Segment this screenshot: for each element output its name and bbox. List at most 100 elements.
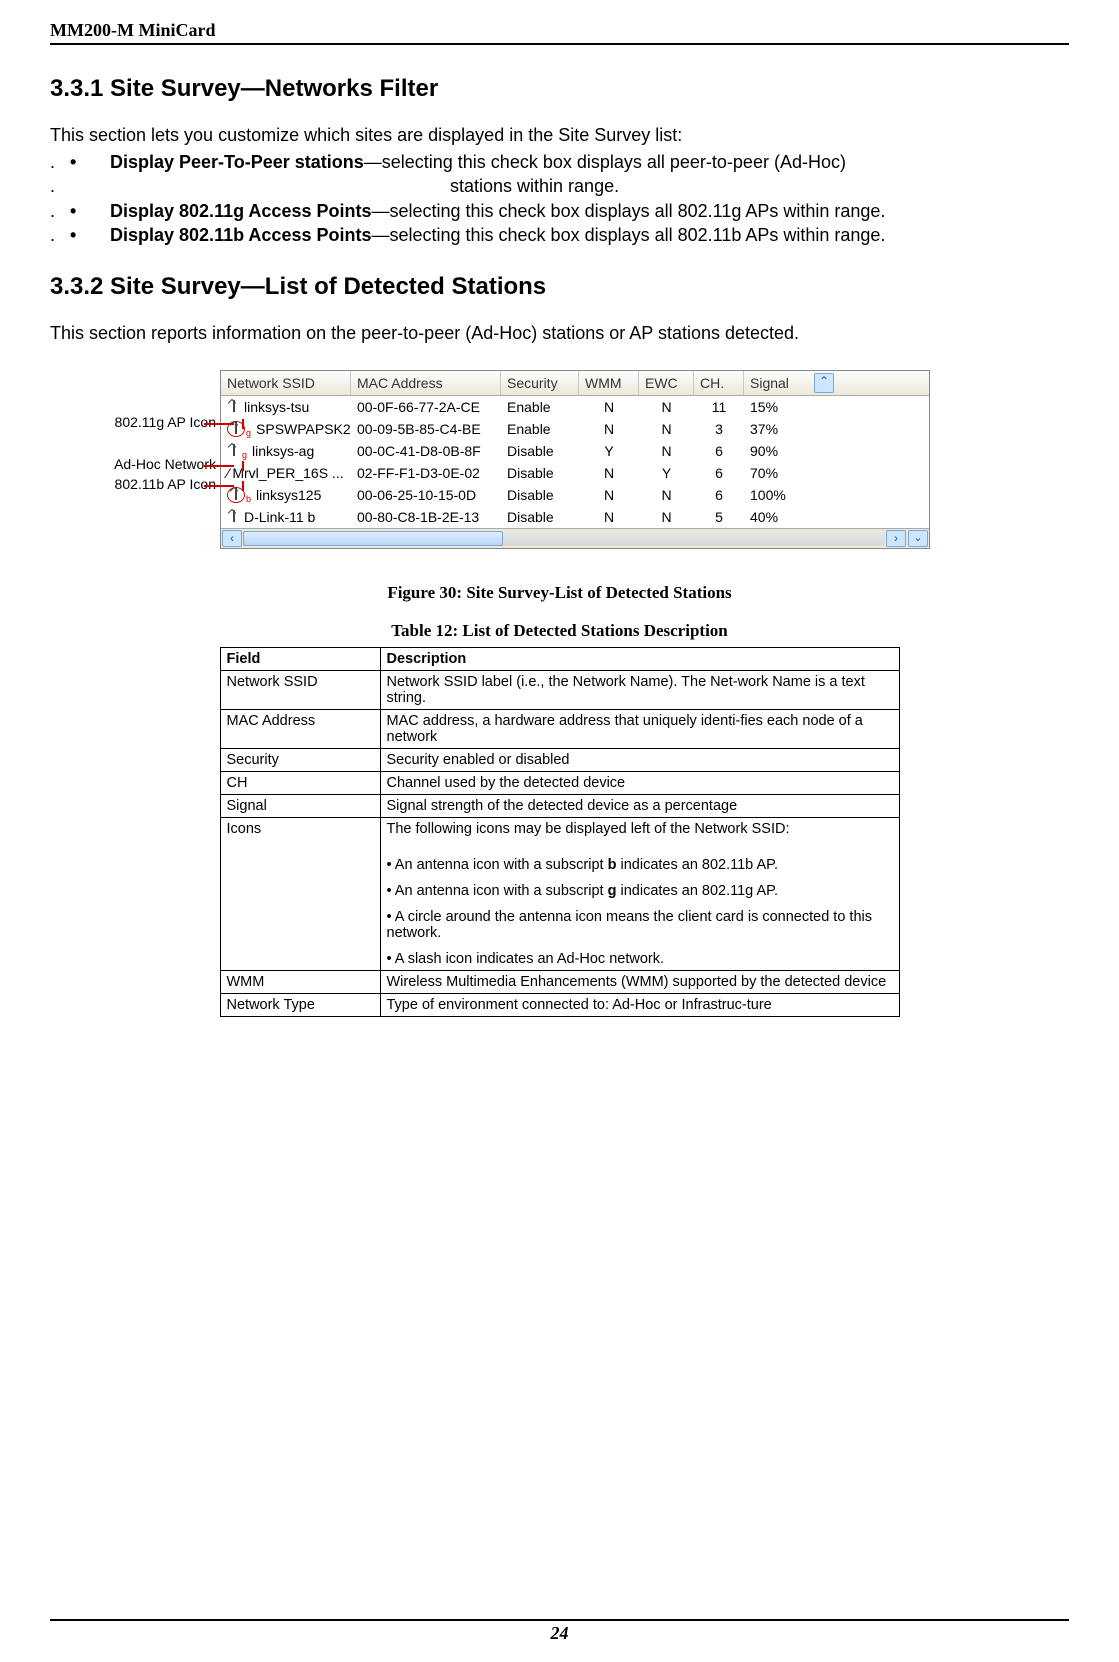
section-332-intro: This section reports information on the … bbox=[50, 323, 1069, 344]
col-header-signal[interactable]: Signal bbox=[744, 371, 812, 395]
table-caption: Table 12: List of Detected Stations Desc… bbox=[50, 621, 1069, 641]
cell-field: Signal bbox=[220, 795, 380, 818]
bullet-mark: • bbox=[70, 223, 110, 247]
cell-signal: 70% bbox=[744, 465, 812, 481]
antenna-subscript: b bbox=[246, 494, 251, 504]
figure-caption: Figure 30: Site Survey-List of Detected … bbox=[50, 583, 1069, 603]
cell-ssid: blinksys125 bbox=[221, 487, 351, 503]
bullet-1-cont: stations within range. bbox=[70, 174, 1069, 198]
cell-ssid: gSPSWPAPSK2 bbox=[221, 421, 351, 437]
scroll-right-button[interactable]: › bbox=[886, 530, 906, 547]
col-header-security[interactable]: Security bbox=[501, 371, 579, 395]
callout-adhoc-text: Ad-Hoc Network bbox=[114, 456, 216, 472]
bullet-3-text: —selecting this check box displays all 8… bbox=[371, 225, 885, 245]
scroll-up-button[interactable]: ⌃ bbox=[814, 373, 834, 393]
cell-mac: 00-0C-41-D8-0B-8F bbox=[351, 443, 501, 459]
table-row: SecuritySecurity enabled or disabled bbox=[220, 749, 899, 772]
bullet-3: Display 802.11b Access Points—selecting … bbox=[110, 223, 1069, 247]
page-footer: 24 bbox=[50, 1619, 1069, 1644]
cell-field: Icons bbox=[220, 818, 380, 971]
antenna-icon bbox=[227, 444, 241, 458]
cell-description: MAC address, a hardware address that uni… bbox=[380, 710, 899, 749]
cell-mac: 00-06-25-10-15-0D bbox=[351, 487, 501, 503]
scroll-left-button[interactable]: ‹ bbox=[222, 530, 242, 547]
cell-field: MAC Address bbox=[220, 710, 380, 749]
bullet-1-text: —selecting this check box displays all p… bbox=[364, 152, 846, 172]
section-332-heading: 3.3.2 Site Survey—List of Detected Stati… bbox=[50, 273, 1069, 301]
col-header-wmm[interactable]: WMM bbox=[579, 371, 639, 395]
antenna-icon bbox=[227, 510, 241, 524]
cell-ewc: N bbox=[639, 421, 694, 437]
cell-security: Disable bbox=[501, 487, 579, 503]
col-header-ssid[interactable]: Network SSID bbox=[221, 371, 351, 395]
callout-g: 802.11g AP Icon bbox=[115, 414, 216, 430]
list-row[interactable]: linksys-tsu00-0F-66-77-2A-CEEnableNN1115… bbox=[221, 396, 929, 418]
desc-line: • An antenna icon with a subscript b ind… bbox=[387, 857, 893, 873]
cell-security: Enable bbox=[501, 399, 579, 415]
cell-ssid: D-Link-11 b bbox=[221, 509, 351, 525]
list-row[interactable]: ⁄Mrvl_PER_16S ...02-FF-F1-D3-0E-02Disabl… bbox=[221, 462, 929, 484]
ssid-text: SPSWPAPSK2 bbox=[256, 421, 351, 437]
list-row[interactable]: glinksys-ag00-0C-41-D8-0B-8FDisableYN690… bbox=[221, 440, 929, 462]
callout-labels: 802.11g AP Icon Ad-Hoc Network 802.11b A… bbox=[50, 370, 220, 549]
cell-field: Security bbox=[220, 749, 380, 772]
cell-description: Security enabled or disabled bbox=[380, 749, 899, 772]
desc-line: The following icons may be displayed lef… bbox=[387, 821, 893, 837]
bullet-mark: • bbox=[70, 199, 110, 223]
bullet-1: Display Peer-To-Peer stations—selecting … bbox=[110, 150, 1069, 174]
cell-description: Wireless Multimedia Enhancements (WMM) s… bbox=[380, 971, 899, 994]
listview-body: linksys-tsu00-0F-66-77-2A-CEEnableNN1115… bbox=[221, 396, 929, 528]
desc-line: • A slash icon indicates an Ad-Hoc netwo… bbox=[387, 951, 893, 967]
cell-ewc: Y bbox=[639, 465, 694, 481]
cell-mac: 00-0F-66-77-2A-CE bbox=[351, 399, 501, 415]
desc-line: • An antenna icon with a subscript g ind… bbox=[387, 883, 893, 899]
bullet-2-text: —selecting this check box displays all 8… bbox=[371, 201, 885, 221]
cell-ch: 6 bbox=[694, 465, 744, 481]
scroll-thumb[interactable] bbox=[243, 531, 503, 546]
bullet-dot: . bbox=[50, 223, 70, 247]
cell-ewc: N bbox=[639, 443, 694, 459]
ssid-text: Mrvl_PER_16S ... bbox=[232, 465, 343, 481]
horizontal-scrollbar: ‹ › ⌄ bbox=[221, 528, 929, 548]
adhoc-slash-icon: ⁄ bbox=[227, 465, 229, 481]
bullet-1-label: Display Peer-To-Peer stations bbox=[110, 152, 364, 172]
scroll-down-button[interactable]: ⌄ bbox=[908, 530, 928, 547]
cell-description: Network SSID label (i.e., the Network Na… bbox=[380, 671, 899, 710]
spacer bbox=[387, 837, 893, 847]
table-row: MAC AddressMAC address, a hardware addre… bbox=[220, 710, 899, 749]
connected-antenna-icon bbox=[227, 487, 245, 503]
cell-ch: 11 bbox=[694, 399, 744, 415]
table-row: WMMWireless Multimedia Enhancements (WMM… bbox=[220, 971, 899, 994]
scroll-track[interactable] bbox=[243, 531, 885, 546]
cell-ewc: N bbox=[639, 509, 694, 525]
col-header-ch[interactable]: CH. bbox=[694, 371, 744, 395]
cell-field: CH bbox=[220, 772, 380, 795]
col-header-ewc[interactable]: EWC bbox=[639, 371, 694, 395]
cell-signal: 90% bbox=[744, 443, 812, 459]
col-header-mac[interactable]: MAC Address bbox=[351, 371, 501, 395]
listview-header: Network SSID MAC Address Security WMM EW… bbox=[221, 371, 929, 396]
callout-line-icon bbox=[204, 465, 234, 467]
connected-antenna-icon bbox=[227, 421, 245, 437]
cell-ch: 6 bbox=[694, 487, 744, 503]
callout-b-text: 802.11b AP Icon bbox=[115, 476, 216, 492]
cell-field: Network SSID bbox=[220, 671, 380, 710]
cell-wmm: N bbox=[579, 465, 639, 481]
cell-mac: 00-09-5B-85-C4-BE bbox=[351, 421, 501, 437]
cell-mac: 02-FF-F1-D3-0E-02 bbox=[351, 465, 501, 481]
bullet-3-label: Display 802.11b Access Points bbox=[110, 225, 371, 245]
cell-description: Type of environment connected to: Ad-Hoc… bbox=[380, 994, 899, 1017]
cell-security: Disable bbox=[501, 443, 579, 459]
callout-adhoc: Ad-Hoc Network bbox=[114, 456, 216, 472]
cell-signal: 100% bbox=[744, 487, 812, 503]
table-row: Network SSIDNetwork SSID label (i.e., th… bbox=[220, 671, 899, 710]
callout-g-text: 802.11g AP Icon bbox=[115, 414, 216, 430]
desc-line: • A circle around the antenna icon means… bbox=[387, 909, 893, 941]
cell-wmm: N bbox=[579, 487, 639, 503]
list-row[interactable]: D-Link-11 b00-80-C8-1B-2E-13DisableNN540… bbox=[221, 506, 929, 528]
antenna-subscript: g bbox=[242, 450, 247, 460]
list-row[interactable]: gSPSWPAPSK200-09-5B-85-C4-BEEnableNN337% bbox=[221, 418, 929, 440]
detected-stations-screenshot: 802.11g AP Icon Ad-Hoc Network 802.11b A… bbox=[50, 370, 1069, 549]
list-row[interactable]: blinksys12500-06-25-10-15-0DDisableNN610… bbox=[221, 484, 929, 506]
site-survey-listview: Network SSID MAC Address Security WMM EW… bbox=[220, 370, 930, 549]
